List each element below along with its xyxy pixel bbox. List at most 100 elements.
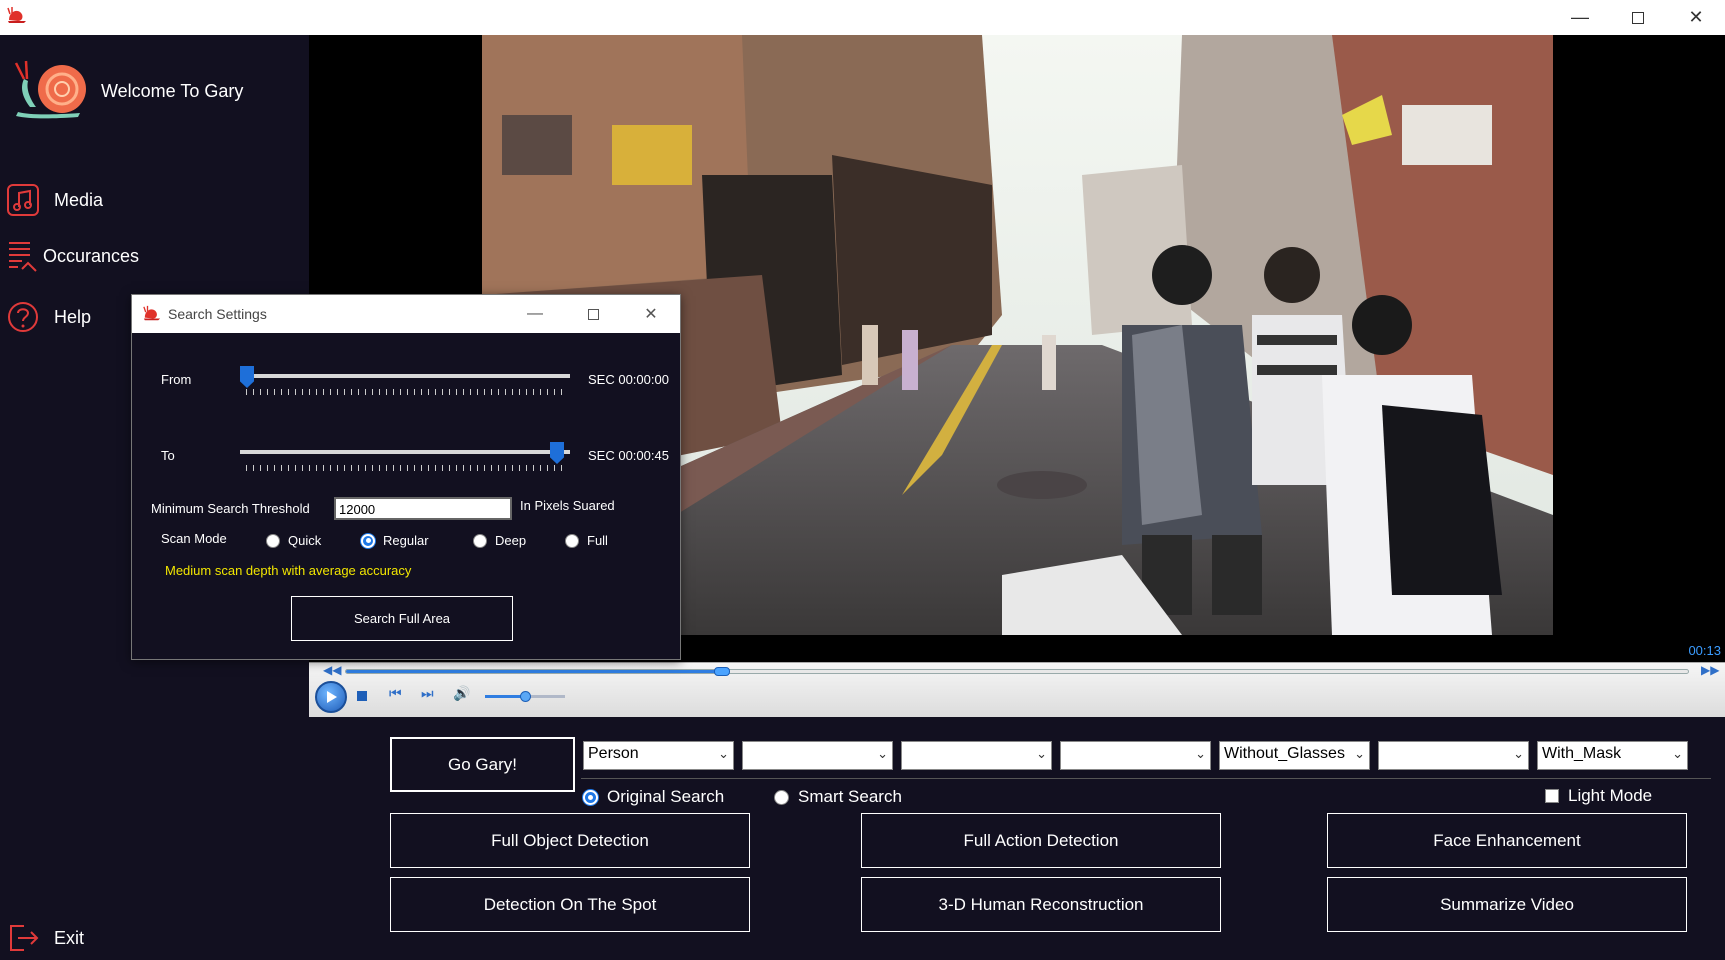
list-icon	[9, 242, 37, 272]
previous-button[interactable]: ⏮	[389, 685, 402, 702]
dialog-title-bar: Search Settings — ✕	[132, 295, 680, 333]
from-slider-thumb[interactable]	[240, 366, 254, 388]
seek-bar[interactable]	[345, 667, 1689, 676]
chevron-down-icon: ⌄	[1036, 746, 1047, 761]
volume-button[interactable]: 🔊	[453, 685, 470, 702]
volume-level	[485, 695, 525, 698]
human-reconstruction-button[interactable]: 3-D Human Reconstruction	[861, 877, 1221, 932]
to-slider-thumb[interactable]	[550, 442, 564, 464]
search-full-area-button[interactable]: Search Full Area	[291, 596, 513, 641]
checkbox-box	[1545, 789, 1559, 803]
search-settings-dialog: Search Settings — ✕ From SEC 00:00:00 To…	[131, 294, 681, 660]
original-search-radio[interactable]: Original Search	[583, 787, 724, 807]
radio-label: Quick	[288, 533, 322, 548]
scan-full-radio[interactable]: Full	[565, 533, 608, 548]
volume-slider[interactable]	[485, 691, 565, 702]
seek-thumb[interactable]	[714, 667, 731, 676]
media-player-controls: ◀◀ ▶▶ ⏮ ⏭ 🔊	[309, 662, 1725, 717]
go-gary-button[interactable]: Go Gary!	[390, 737, 575, 792]
minimize-icon: —	[1571, 7, 1589, 27]
sidebar-item-label: Help	[54, 306, 92, 327]
maximize-button[interactable]	[1609, 0, 1667, 35]
combo-value: Person	[588, 745, 639, 762]
rewind-icon[interactable]: ◀◀	[323, 663, 341, 677]
from-time: SEC 00:00:00	[588, 372, 669, 387]
radio-dot	[774, 789, 789, 805]
radio-dot	[473, 533, 487, 548]
combo-value: Without_Glasses	[1224, 745, 1345, 762]
threshold-label: Minimum Search Threshold	[151, 501, 310, 516]
chevron-down-icon: ⌄	[877, 746, 888, 761]
maximize-icon	[587, 308, 599, 320]
snail-app-icon	[143, 305, 161, 321]
seek-progress	[346, 670, 723, 673]
exit-icon	[10, 925, 39, 951]
control-panel: Go Gary! Person ⌄ ⌄ ⌄ ⌄ Without_Glasses ⌄ …	[309, 717, 1725, 960]
radio-label: Full	[587, 533, 608, 548]
welcome-text: Welcome To Gary	[101, 81, 244, 101]
summarize-video-button[interactable]: Summarize Video	[1327, 877, 1687, 932]
threshold-input[interactable]: 12000	[334, 497, 512, 520]
snail-logo-icon	[14, 60, 86, 119]
play-button[interactable]	[315, 681, 347, 713]
next-button[interactable]: ⏭	[421, 685, 434, 702]
minimize-button[interactable]: —	[1551, 0, 1609, 35]
face-enhancement-button[interactable]: Face Enhancement	[1327, 813, 1687, 868]
exit-button[interactable]: Exit	[0, 916, 300, 960]
scan-mode-label: Scan Mode	[161, 531, 227, 546]
close-button[interactable]: ✕	[1667, 0, 1725, 35]
minimize-icon: —	[527, 305, 543, 322]
dialog-minimize-button[interactable]: —	[507, 295, 563, 333]
full-object-detection-button[interactable]: Full Object Detection	[390, 813, 750, 868]
music-note-icon	[7, 184, 39, 216]
detection-on-the-spot-button[interactable]: Detection On The Spot	[390, 877, 750, 932]
chevron-down-icon: ⌄	[1354, 746, 1365, 761]
time-readout: 00:13	[1688, 643, 1721, 658]
maximize-icon	[1632, 11, 1644, 24]
filter-combo-4[interactable]: ⌄	[1060, 741, 1211, 770]
to-time: SEC 00:00:45	[588, 448, 669, 463]
filter-combo-2[interactable]: ⌄	[742, 741, 893, 770]
chevron-down-icon: ⌄	[718, 746, 729, 761]
to-slider[interactable]	[240, 442, 570, 464]
scan-quick-radio[interactable]: Quick	[266, 533, 321, 548]
scan-deep-radio[interactable]: Deep	[473, 533, 526, 548]
dialog-maximize-button[interactable]	[565, 295, 621, 333]
play-icon	[327, 691, 337, 703]
filter-combo-3[interactable]: ⌄	[901, 741, 1052, 770]
radio-dot	[565, 533, 579, 548]
sidebar-item-media[interactable]: Media	[0, 178, 300, 222]
chevron-down-icon: ⌄	[1513, 746, 1524, 761]
light-mode-checkbox[interactable]: Light Mode	[1545, 786, 1652, 806]
chevron-down-icon: ⌄	[1195, 746, 1206, 761]
snail-app-icon	[7, 7, 26, 23]
smart-search-radio[interactable]: Smart Search	[774, 787, 902, 807]
stop-button[interactable]	[357, 688, 367, 704]
checkbox-label: Light Mode	[1568, 786, 1653, 805]
fast-forward-icon[interactable]: ▶▶	[1701, 663, 1719, 677]
dialog-close-button[interactable]: ✕	[623, 295, 679, 333]
threshold-unit: In Pixels Suared	[520, 498, 615, 513]
stop-icon	[357, 691, 367, 701]
full-action-detection-button[interactable]: Full Action Detection	[861, 813, 1221, 868]
exit-label: Exit	[54, 927, 85, 948]
filter-combo-1[interactable]: Person ⌄	[583, 741, 734, 770]
previous-icon: ⏮	[389, 685, 402, 701]
radio-dot	[583, 789, 598, 805]
radio-label: Original Search	[607, 787, 725, 806]
sidebar-item-occurances[interactable]: Occurances	[0, 234, 300, 278]
radio-label: Smart Search	[798, 787, 902, 806]
volume-thumb[interactable]	[520, 691, 531, 702]
filter-combo-7[interactable]: With_Mask ⌄	[1537, 741, 1688, 770]
filter-combo-5[interactable]: Without_Glasses ⌄	[1219, 741, 1370, 770]
filter-combo-6[interactable]: ⌄	[1378, 741, 1529, 770]
combo-value: With_Mask	[1542, 745, 1622, 762]
divider	[581, 778, 1711, 779]
from-label: From	[161, 372, 192, 387]
scan-regular-radio[interactable]: Regular	[361, 533, 429, 548]
radio-label: Deep	[495, 533, 527, 548]
scan-hint: Medium scan depth with average accuracy	[165, 563, 412, 578]
chevron-down-icon: ⌄	[1672, 746, 1683, 761]
question-icon	[8, 302, 38, 332]
from-slider[interactable]	[240, 366, 570, 388]
